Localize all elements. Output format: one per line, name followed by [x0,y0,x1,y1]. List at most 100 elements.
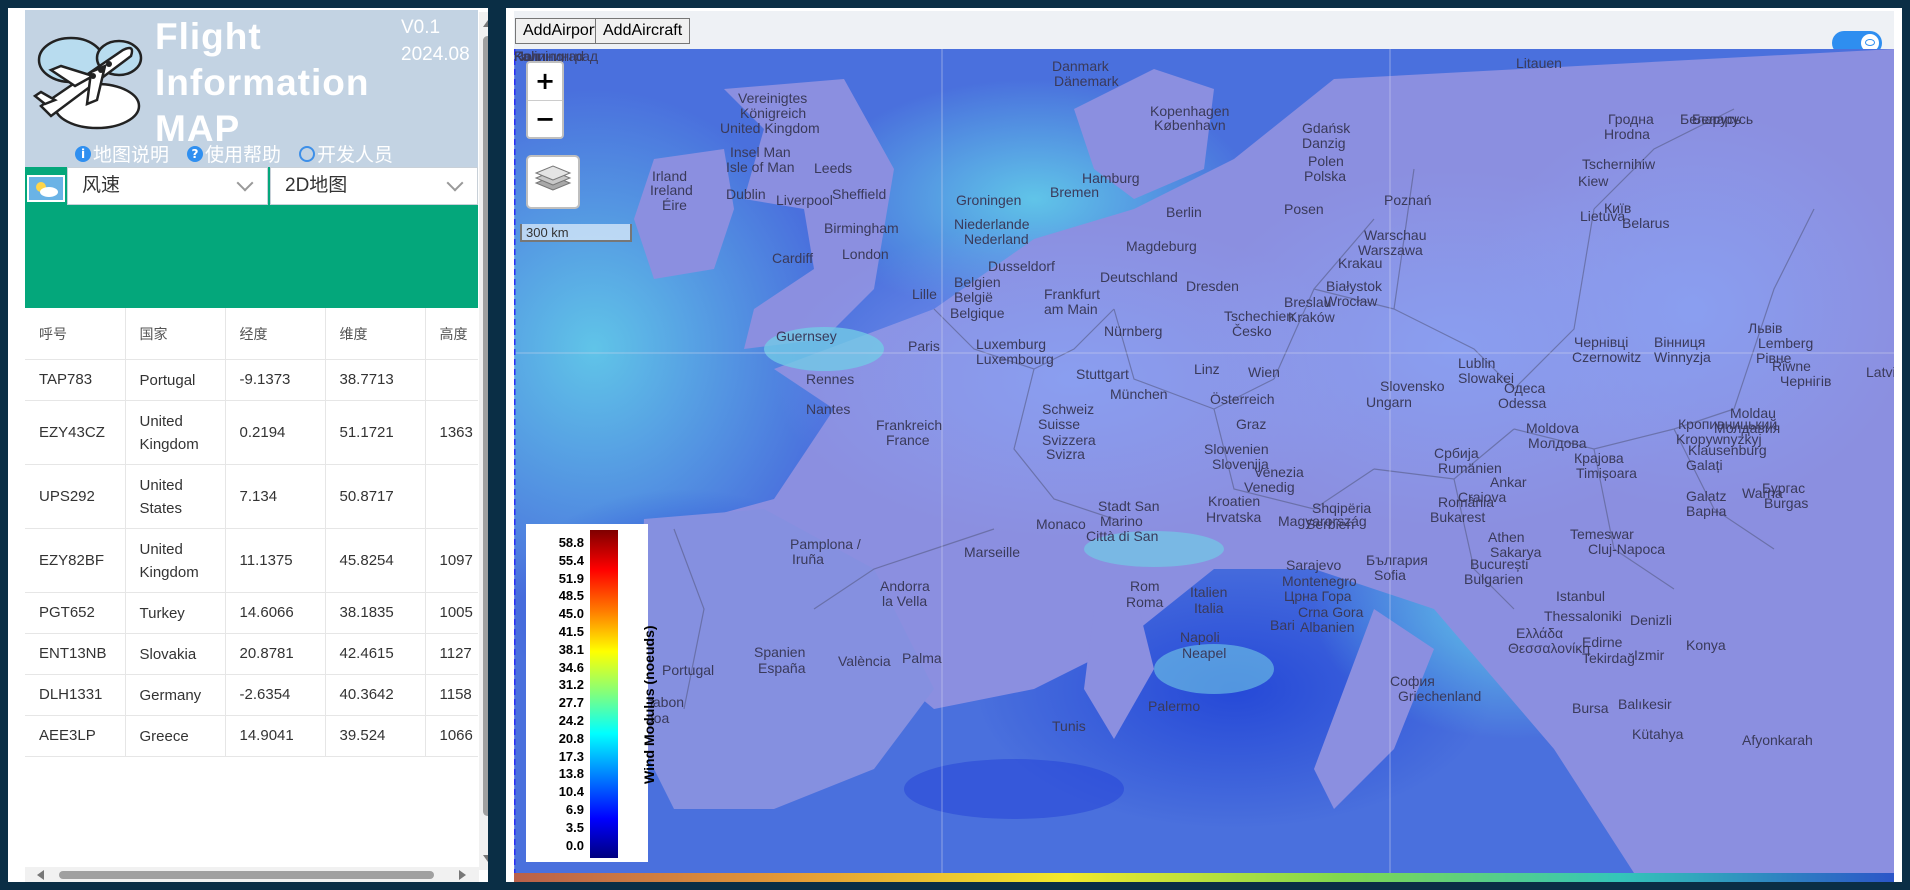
map-place-label: France [886,432,930,448]
map-place-label: Liverpool [776,192,833,208]
column-header[interactable]: 维度 [325,308,426,360]
map-place-label: am Main [1044,301,1098,317]
column-header[interactable]: 呼号 [25,308,126,360]
map-place-label: Dänemark [1054,73,1119,89]
column-header[interactable]: 国家 [125,308,226,360]
map-place-label: Kütahya [1632,726,1684,742]
map-place-label: Львів [1748,320,1783,336]
map-place-label: Montenegro [1282,573,1357,589]
map-place-label: Palermo [1148,698,1201,714]
legend-tick: 27.7 [558,695,584,711]
map-place-label: Albanien [1300,619,1355,635]
country-line: Germany [139,686,202,704]
country-line: United [139,476,183,494]
map-place-label: Schweiz [1042,401,1095,417]
map-place-label: Luxemburg [976,336,1047,352]
latitude-cell: 51.1721 [325,400,426,465]
map-place-label: Lille [912,286,937,302]
weather-icon[interactable] [27,175,65,202]
map-place-label: Dresden [1186,278,1239,294]
add-airport-button[interactable]: AddAirport [515,18,607,44]
map-place-label: Edirne [1582,634,1623,650]
map-place-label: Andorra [880,578,930,594]
map-place-label: Pamplona / [790,536,861,552]
map-place-label: Бургас [1762,480,1806,496]
link-map-description[interactable]: i 地图说明 [75,140,169,167]
column-header[interactable]: 高度 [425,308,478,360]
zoom-out-button[interactable]: − [528,101,562,138]
map-place-label: Polen [1308,153,1344,169]
table-row[interactable]: UPS292 United States 7.134 50.8717 [25,464,478,529]
scroll-right-arrow-icon[interactable] [459,870,466,880]
panel-divider [488,8,506,882]
link-developers[interactable]: 开发人员 [299,140,393,167]
map-place-label: Sheffield [832,186,887,202]
longitude-cell: 14.9041 [225,715,326,757]
map-place-label: Stadt San [1098,498,1160,514]
table-row[interactable]: ENT13NB Slovakia 20.8781 42.4615 1127 [25,633,478,675]
add-aircraft-button[interactable]: AddAircraft [595,18,691,44]
map-place-label: Kropywnyzkyj [1676,431,1762,447]
scroll-thumb[interactable] [59,871,434,879]
map-place-label: Tunis [1052,718,1086,734]
legend-tick: 20.8 [558,730,584,746]
layers-button[interactable] [526,155,580,209]
column-header[interactable]: 经度 [225,308,326,360]
map-mode-value: 2D地图 [285,175,348,196]
map-place-label: Slowenien [1204,441,1269,457]
map-place-label: Kiew [1578,173,1609,189]
map-place-label: Чернівці [1574,334,1629,350]
altitude-cell: 1363 [425,400,478,465]
map-place-label: Ankar [1490,474,1527,490]
eye-icon [1865,39,1875,46]
table-row[interactable]: PGT652 Turkey 14.6066 38.1835 1005 [25,592,478,634]
map-place-label: Молдова [1528,435,1587,451]
map-canvas[interactable]: Vereinigtes Königreich United Kingdom Insel… [514,49,1894,873]
latitude-cell: 38.1835 [325,592,426,634]
map-place-label: Galați [1686,457,1723,473]
map-place-label: España [758,660,806,676]
map-place-label: Danzig [1302,135,1346,151]
legend-tick: 34.6 [558,659,584,675]
table-row[interactable]: EZY43CZ United Kingdom 0.2194 51.1721 1363 [25,400,478,465]
table-row[interactable]: TAP783 Portugal -9.1373 38.7713 [25,359,478,401]
map-place-label: København [1154,117,1226,133]
left-panel: Flight Information MAP V0.1 2024.08 i 地图说… [25,10,496,882]
link-usage-help[interactable]: ? 使用帮助 [187,140,281,167]
zoom-in-button[interactable]: + [528,63,562,101]
map-place-label: London [842,246,889,262]
map-place-label: Frankfurt [1044,286,1101,302]
legend-tick: 10.4 [558,784,584,800]
map-place-label: Shqipëria [1312,500,1372,516]
app-title: Flight Information MAP [155,14,385,152]
legend-tick: 0.0 [565,837,584,853]
map-mode-select[interactable]: 2D地图 [270,167,478,205]
table-row[interactable]: AEE3LP Greece 14.9041 39.524 1066 [25,715,478,757]
scale-bar: 300 km [520,224,632,242]
data-type-select[interactable]: 风速 [67,167,268,205]
map-place-label: Česko [1232,323,1272,339]
legend-unit: Wind Modulus (noeuds) [641,625,657,784]
legend-tick: 48.5 [558,588,584,604]
longitude-cell: 11.1375 [225,528,326,593]
map-place-label: Athen [1488,529,1525,545]
map-place-label: Danmark [1052,58,1109,74]
map-place-label: Riwne [1772,358,1811,374]
table-row[interactable]: DLH1331 Germany -2.6354 40.3642 1158 [25,674,478,716]
table-row[interactable]: EZY82BF United Kingdom 11.1375 45.8254 1097 [25,528,478,593]
map-place-label: Вінниця [1654,334,1706,350]
map-place-label: Bukarest [1430,509,1486,525]
altitude-cell [425,359,478,401]
map-place-label: Linz [1194,361,1220,377]
map-place-label: Paris [908,338,940,354]
legend-tick: 41.5 [558,623,584,639]
map-place-label: Berlin [1166,204,1202,220]
app-window: Flight Information MAP V0.1 2024.08 i 地图说… [8,8,1902,882]
scroll-left-arrow-icon[interactable] [37,870,44,880]
map-place-label: Bremen [1050,184,1100,200]
horizontal-scrollbar[interactable] [25,867,479,882]
map-place-label: Nantes [806,401,851,417]
map-place-label: Lemberg [1758,335,1814,351]
legend-tick: 38.1 [558,641,584,657]
map-place-label: Чернігів [1780,373,1832,389]
